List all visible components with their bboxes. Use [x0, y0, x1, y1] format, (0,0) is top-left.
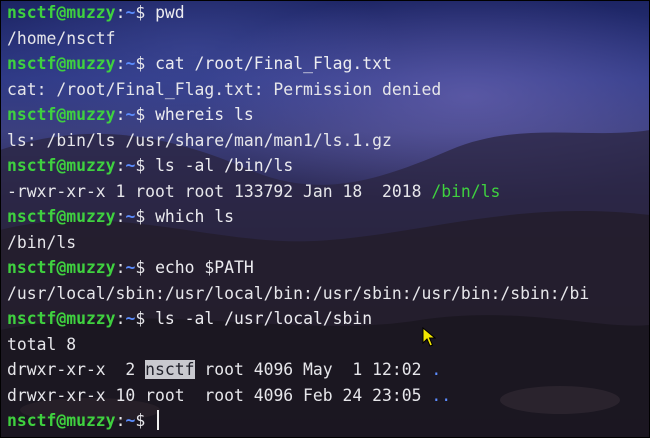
prompt-line: nsctf@muzzy:~$ pwd	[7, 0, 650, 26]
output-text: cat: /root/Final_Flag.txt: Permission de…	[7, 79, 442, 99]
prompt-user-host: nsctf@muzzy	[7, 156, 116, 175]
prompt-separator: :	[115, 207, 126, 226]
prompt-line: nsctf@muzzy:~$ cat /root/Final_Flag.txt	[7, 51, 650, 77]
listing-permissions: drwxr-xr-x 10	[7, 385, 146, 405]
listing-name: ..	[431, 385, 452, 405]
listing-owner: nsctf	[145, 360, 195, 379]
output-line: /home/nsctf	[7, 26, 650, 52]
output-line: total 8	[7, 332, 650, 358]
prompt-path: ~	[125, 3, 136, 22]
prompt-separator: :	[115, 411, 126, 430]
command-text: ls -al /bin/ls	[155, 156, 294, 175]
prompt-path: ~	[125, 309, 136, 328]
prompt-user-host: nsctf@muzzy	[7, 54, 116, 73]
prompt-path: ~	[125, 105, 136, 124]
prompt-path: ~	[125, 258, 136, 277]
text-cursor	[157, 410, 160, 430]
command-text: echo $PATH	[155, 258, 254, 277]
prompt-separator: :	[115, 258, 126, 277]
output-line: /bin/ls	[7, 230, 650, 256]
prompt-line: nsctf@muzzy:~$ whereis ls	[7, 102, 650, 128]
prompt-user-host: nsctf@muzzy	[7, 207, 116, 226]
listing-details: root 4096 May 1 12:02	[194, 360, 432, 379]
prompt-symbol: $	[135, 156, 156, 175]
output-text: ls: /bin/ls /usr/share/man/man1/ls.1.gz	[7, 130, 392, 150]
prompt-path: ~	[125, 411, 136, 430]
prompt-line: nsctf@muzzy:~$ ls -al /usr/local/sbin	[7, 306, 650, 332]
prompt-user-host: nsctf@muzzy	[7, 258, 116, 277]
prompt-separator: :	[115, 105, 126, 124]
command-text: cat /root/Final_Flag.txt	[155, 54, 392, 73]
listing-name: .	[431, 360, 442, 379]
directory-listing-row: drwxr-xr-x 10 root root 4096 Feb 24 23:0…	[7, 383, 650, 409]
prompt-line: nsctf@muzzy:~$ which ls	[7, 204, 650, 230]
prompt-symbol: $	[135, 258, 156, 277]
listing-permissions: drwxr-xr-x 2	[7, 360, 146, 379]
directory-listing-row: drwxr-xr-x 2 nsctf root 4096 May 1 12:02…	[7, 357, 650, 383]
output-text: /home/nsctf	[7, 28, 116, 48]
listing-owner: root	[145, 385, 195, 405]
terminal-window[interactable]: nsctf@muzzy:~$ pwd/home/nsctf nsctf@muzzy…	[0, 0, 650, 438]
prompt-symbol: $	[135, 411, 156, 430]
prompt-symbol: $	[135, 105, 156, 124]
prompt-path: ~	[125, 207, 136, 226]
output-text: /usr/local/sbin:/usr/local/bin:/usr/sbin…	[7, 283, 590, 303]
prompt-separator: :	[115, 54, 126, 73]
prompt-separator: :	[115, 156, 126, 175]
prompt-symbol: $	[135, 3, 156, 22]
output-line: ls: /bin/ls /usr/share/man/man1/ls.1.gz	[7, 128, 650, 154]
prompt-line: nsctf@muzzy:~$	[7, 408, 650, 434]
prompt-line: nsctf@muzzy:~$ ls -al /bin/ls	[7, 153, 650, 179]
output-line: -rwxr-xr-x 1 root root 133792 Jan 18 201…	[7, 179, 650, 205]
prompt-separator: :	[115, 309, 126, 328]
prompt-user-host: nsctf@muzzy	[7, 309, 116, 328]
output-link-path: /bin/ls	[431, 181, 501, 201]
prompt-symbol: $	[135, 207, 156, 226]
output-text: /bin/ls	[7, 232, 77, 252]
output-line: /usr/local/sbin:/usr/local/bin:/usr/sbin…	[7, 281, 650, 307]
prompt-symbol: $	[135, 309, 156, 328]
output-text: total 8	[7, 334, 77, 354]
command-text: which ls	[155, 207, 235, 226]
prompt-user-host: nsctf@muzzy	[7, 411, 116, 430]
prompt-path: ~	[125, 54, 136, 73]
command-text: ls -al /usr/local/sbin	[155, 309, 373, 328]
prompt-symbol: $	[135, 54, 156, 73]
prompt-line: nsctf@muzzy:~$ echo $PATH	[7, 255, 650, 281]
prompt-path: ~	[125, 156, 136, 175]
prompt-separator: :	[115, 3, 126, 22]
output-text: -rwxr-xr-x 1 root root 133792 Jan 18 201…	[7, 181, 432, 201]
prompt-user-host: nsctf@muzzy	[7, 3, 116, 22]
output-line: cat: /root/Final_Flag.txt: Permission de…	[7, 77, 650, 103]
command-text: whereis ls	[155, 105, 254, 124]
terminal-output[interactable]: nsctf@muzzy:~$ pwd/home/nsctf nsctf@muzzy…	[7, 0, 650, 434]
command-text: pwd	[155, 3, 185, 22]
listing-details: root 4096 Feb 24 23:05	[194, 385, 432, 405]
mouse-pointer-icon	[422, 327, 436, 347]
prompt-user-host: nsctf@muzzy	[7, 105, 116, 124]
